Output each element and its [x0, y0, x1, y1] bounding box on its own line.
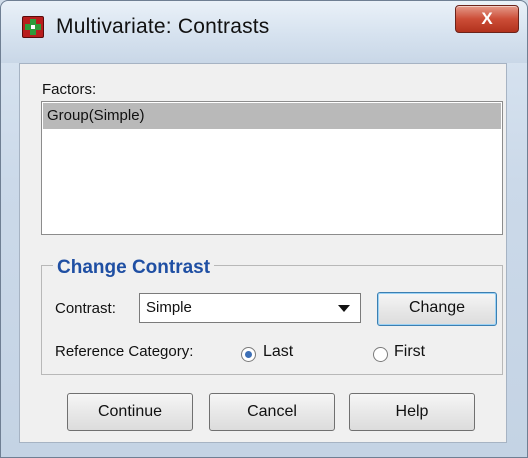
factors-listbox[interactable]: Group(Simple) — [41, 101, 503, 235]
contrast-label: Contrast: — [55, 300, 116, 317]
close-icon: X — [481, 9, 493, 28]
continue-button[interactable]: Continue — [67, 393, 193, 431]
factors-label-text: Factors: — [42, 81, 97, 98]
contrast-select-value: Simple — [146, 299, 192, 316]
contrast-select[interactable]: Simple — [139, 293, 361, 323]
factors-label: Factors: — [42, 81, 96, 98]
change-contrast-title: Change Contrast — [53, 257, 215, 279]
close-button[interactable]: X — [455, 5, 519, 33]
radio-last[interactable] — [241, 347, 256, 362]
help-button[interactable]: Help — [349, 393, 475, 431]
window-title: Multivariate: Contrasts — [56, 15, 270, 38]
radio-first-label[interactable]: First — [394, 343, 425, 361]
spss-app-icon — [22, 16, 44, 38]
reference-category-label: Reference Category: — [55, 343, 194, 360]
cancel-button[interactable]: Cancel — [209, 393, 335, 431]
list-item[interactable]: Group(Simple) — [43, 103, 501, 129]
chevron-down-icon — [338, 305, 350, 312]
title-bar[interactable]: Multivariate: Contrasts X — [1, 1, 527, 63]
radio-last-label[interactable]: Last — [263, 343, 293, 361]
dialog-window: Multivariate: Contrasts X Factors: Group… — [0, 0, 528, 458]
radio-first[interactable] — [373, 347, 388, 362]
change-button[interactable]: Change — [377, 292, 497, 326]
